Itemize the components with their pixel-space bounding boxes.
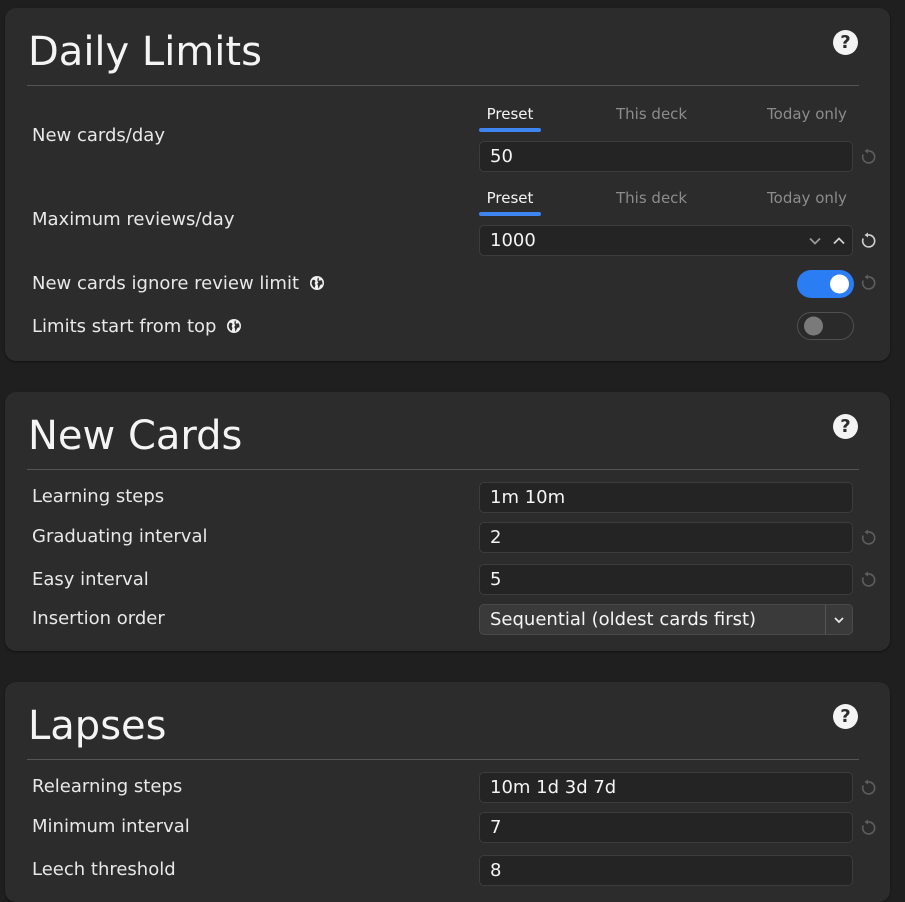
leech-threshold-input[interactable]: 8 [479,855,853,886]
tab-today-only[interactable]: Today only [767,185,847,217]
lapses-title: Lapses [28,703,167,749]
graduating-interval-label: Graduating interval [32,526,208,547]
dropdown-toggle[interactable] [825,605,852,634]
limits-start-from-top-label: Limits start from top [32,316,242,337]
new-cards-card: New Cards ? Learning steps 1m 10m Gradua… [5,392,890,651]
help-icon[interactable]: ? [833,414,858,439]
new-cards-ignore-review-limit-label: New cards ignore review limit [32,273,325,294]
revert-icon[interactable] [859,529,877,547]
learning-steps-input[interactable]: 1m 10m [479,482,853,513]
toggle-knob [804,316,823,336]
tab-preset[interactable]: Preset [479,101,541,133]
tab-this-deck[interactable]: This deck [616,185,687,217]
globe-icon [310,276,325,290]
chevron-up-icon[interactable] [832,234,846,248]
revert-icon[interactable] [859,819,877,837]
tab-preset[interactable]: Preset [479,185,541,217]
new-cards-ignore-review-limit-toggle[interactable] [797,270,854,298]
max-reviews-per-day-label: Maximum reviews/day [32,209,235,230]
globe-icon [227,319,242,333]
daily-limits-title: Daily Limits [28,29,262,75]
chevron-down-icon [834,616,844,623]
chevron-down-icon[interactable] [808,234,822,248]
easy-interval-label: Easy interval [32,569,149,590]
tab-this-deck[interactable]: This deck [616,101,687,133]
revert-icon[interactable] [859,148,877,166]
limits-start-from-top-text: Limits start from top [32,316,217,337]
max-reviews-per-day-input[interactable]: 1000 [479,225,853,256]
minimum-interval-input[interactable]: 7 [479,812,853,843]
learning-steps-label: Learning steps [32,486,165,507]
help-icon[interactable]: ? [833,704,858,729]
insertion-order-value: Sequential (oldest cards first) [490,609,757,630]
limits-start-from-top-toggle[interactable] [797,312,854,340]
divider [27,469,859,470]
revert-icon[interactable] [859,274,877,292]
relearning-steps-label: Relearning steps [32,776,183,797]
lapses-card: Lapses ? Relearning steps 10m 1d 3d 7d M… [5,682,890,902]
toggle-knob [830,274,849,294]
revert-icon[interactable] [859,571,877,589]
revert-icon[interactable] [859,779,877,797]
easy-interval-input[interactable]: 5 [479,564,853,595]
help-icon[interactable]: ? [833,30,858,55]
max-reviews-limit-tabs: Preset This deck Today only [479,185,854,219]
insertion-order-select[interactable]: Sequential (oldest cards first) [479,604,853,635]
new-cards-per-day-input[interactable]: 50 [479,141,853,172]
max-reviews-value: 1000 [490,230,536,251]
new-cards-title: New Cards [28,413,243,459]
new-cards-limit-tabs: Preset This deck Today only [479,101,854,135]
minimum-interval-label: Minimum interval [32,816,190,837]
revert-icon[interactable] [859,232,877,250]
spin-buttons [808,226,846,255]
divider [27,85,859,86]
relearning-steps-input[interactable]: 10m 1d 3d 7d [479,772,853,803]
tab-today-only[interactable]: Today only [767,101,847,133]
daily-limits-card: Daily Limits ? New cards/day Preset This… [5,8,890,361]
divider [27,759,859,760]
new-cards-per-day-label: New cards/day [32,125,165,146]
new-cards-ignore-review-limit-text: New cards ignore review limit [32,273,300,294]
insertion-order-label: Insertion order [32,608,165,629]
graduating-interval-input[interactable]: 2 [479,522,853,553]
leech-threshold-label: Leech threshold [32,859,176,880]
